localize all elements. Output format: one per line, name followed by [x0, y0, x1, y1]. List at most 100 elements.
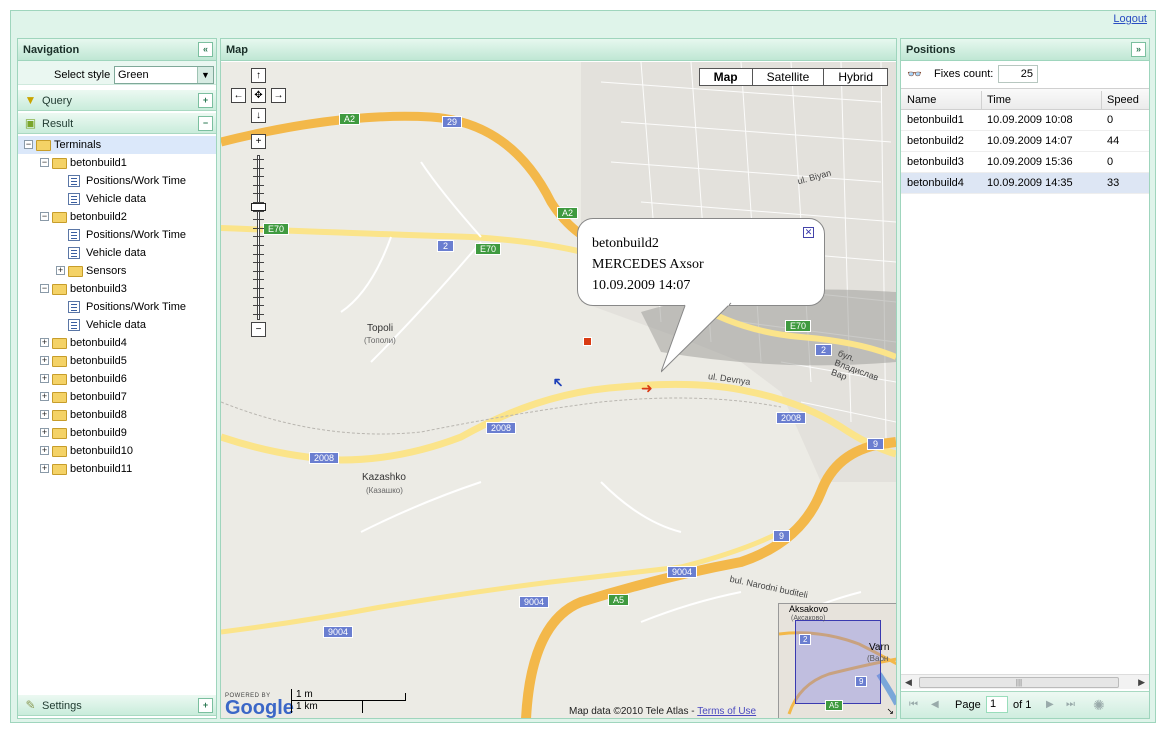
- pan-left-icon[interactable]: ←: [231, 88, 246, 103]
- tree-item[interactable]: Positions/Work Time: [18, 172, 216, 190]
- expand-icon[interactable]: +: [40, 410, 49, 419]
- shield-9: 9: [867, 438, 885, 450]
- horizontal-scrollbar[interactable]: ◀ ||| ▶: [901, 674, 1149, 689]
- map-canvas[interactable]: A2 A2 29 E70 E70 E70 2 2 2008 2008 2008 …: [221, 62, 896, 718]
- tree-item[interactable]: Vehicle data: [18, 316, 216, 334]
- tree-item[interactable]: + betonbuild8: [18, 406, 216, 424]
- collapse-icon[interactable]: −: [24, 140, 33, 149]
- chevron-down-icon[interactable]: ▼: [197, 67, 213, 83]
- result-label: Result: [42, 118, 74, 130]
- tree-item[interactable]: + betonbuild6: [18, 370, 216, 388]
- expand-icon[interactable]: +: [40, 392, 49, 401]
- tree-item[interactable]: − betonbuild3: [18, 280, 216, 298]
- zoom-slider[interactable]: [251, 155, 266, 320]
- overview-map[interactable]: Aksakovo (Аксаково) Varn (Варн 2 9 A5 ↘: [778, 603, 896, 718]
- table-row[interactable]: betonbuild1 10.09.2009 10:08 0: [901, 110, 1149, 131]
- expand-icon[interactable]: +: [40, 446, 49, 455]
- tree-item[interactable]: + Sensors: [18, 262, 216, 280]
- tree-item[interactable]: + betonbuild9: [18, 424, 216, 442]
- collapse-icon[interactable]: −: [40, 284, 49, 293]
- scroll-thumb[interactable]: |||: [919, 677, 1119, 688]
- folder-icon: [52, 446, 67, 457]
- map-type-hybrid[interactable]: Hybrid: [823, 69, 887, 85]
- vehicle-marker-stopped[interactable]: [583, 337, 592, 346]
- expand-icon[interactable]: +: [40, 356, 49, 365]
- map-type-satellite[interactable]: Satellite: [751, 69, 824, 85]
- overview-shield-a5: A5: [825, 700, 843, 711]
- collapse-result-icon[interactable]: −: [198, 116, 213, 131]
- zoom-out-icon[interactable]: −: [251, 322, 266, 337]
- map-type-control: Map Satellite Hybrid: [698, 68, 888, 86]
- zoom-slider-handle[interactable]: [251, 203, 266, 211]
- app-frame: Logout Navigation « Select style Green ▼…: [10, 10, 1156, 723]
- column-speed[interactable]: Speed: [1107, 89, 1139, 111]
- scroll-left-icon[interactable]: ◀: [905, 677, 912, 688]
- refresh-icon[interactable]: ✺: [1093, 697, 1105, 714]
- cell-time: 10.09.2009 15:36: [987, 156, 1073, 168]
- tree-item[interactable]: + betonbuild7: [18, 388, 216, 406]
- tree-item-label: betonbuild3: [70, 283, 127, 295]
- result-section[interactable]: ▣ Result −: [18, 112, 216, 134]
- query-section[interactable]: ▼ Query +: [18, 89, 216, 111]
- tree-item[interactable]: + betonbuild10: [18, 442, 216, 460]
- folder-icon: [52, 338, 67, 349]
- tree-item[interactable]: Positions/Work Time: [18, 226, 216, 244]
- collapse-icon[interactable]: −: [40, 158, 49, 167]
- map-type-map[interactable]: Map: [700, 69, 752, 85]
- next-page-icon[interactable]: ▶: [1046, 699, 1054, 710]
- column-name[interactable]: Name: [907, 89, 936, 111]
- folder-icon: [36, 140, 51, 151]
- logout-link[interactable]: Logout: [1113, 13, 1147, 25]
- zoom-slider-bar: [257, 155, 260, 320]
- tree-item-label: Vehicle data: [86, 247, 146, 259]
- tree-item-label: betonbuild2: [70, 211, 127, 223]
- pan-down-icon[interactable]: ↓: [251, 108, 266, 123]
- tree-item[interactable]: − betonbuild2: [18, 208, 216, 226]
- overview-toggle-icon[interactable]: ↘: [886, 706, 894, 717]
- tree-item[interactable]: Positions/Work Time: [18, 298, 216, 316]
- expand-icon[interactable]: +: [40, 338, 49, 347]
- expand-icon[interactable]: +: [56, 266, 65, 275]
- tree-item[interactable]: Vehicle data: [18, 244, 216, 262]
- vehicle-arrow-red[interactable]: ➜: [641, 380, 653, 397]
- zoom-tick: [253, 245, 264, 246]
- expand-icon[interactable]: +: [40, 374, 49, 383]
- collapse-icon[interactable]: −: [40, 212, 49, 221]
- settings-section[interactable]: ✎ Settings +: [18, 694, 216, 716]
- pan-up-icon[interactable]: ↑: [251, 68, 266, 83]
- close-popup-icon[interactable]: ✕: [803, 227, 814, 238]
- table-row[interactable]: betonbuild4 10.09.2009 14:35 33: [901, 173, 1149, 194]
- expand-icon[interactable]: +: [40, 428, 49, 437]
- collapse-left-icon[interactable]: «: [198, 42, 213, 57]
- tree-item[interactable]: Vehicle data: [18, 190, 216, 208]
- style-select[interactable]: Green ▼: [114, 66, 214, 84]
- expand-icon[interactable]: +: [40, 464, 49, 473]
- scroll-right-icon[interactable]: ▶: [1138, 677, 1145, 688]
- last-page-icon[interactable]: ⏭: [1066, 699, 1075, 710]
- table-row[interactable]: betonbuild2 10.09.2009 14:07 44: [901, 131, 1149, 152]
- fixes-count-input[interactable]: 25: [998, 65, 1038, 83]
- tree-item[interactable]: + betonbuild4: [18, 334, 216, 352]
- google-logo[interactable]: POWERED BY Google: [225, 693, 294, 718]
- page-input[interactable]: 1: [986, 696, 1008, 713]
- tree-item[interactable]: + betonbuild5: [18, 352, 216, 370]
- tree-item-label: betonbuild4: [70, 337, 127, 349]
- pan-right-icon[interactable]: →: [271, 88, 286, 103]
- expand-settings-icon[interactable]: +: [198, 698, 213, 713]
- zoom-tick: [253, 159, 264, 160]
- tree-item[interactable]: + betonbuild11: [18, 460, 216, 478]
- prev-page-icon[interactable]: ◀: [931, 699, 939, 710]
- tree-item[interactable]: − Terminals: [18, 136, 216, 154]
- table-row[interactable]: betonbuild3 10.09.2009 15:36 0: [901, 152, 1149, 173]
- tree-item[interactable]: − betonbuild1: [18, 154, 216, 172]
- page-label: Page: [955, 699, 981, 711]
- first-page-icon[interactable]: ⏮: [909, 699, 918, 710]
- cell-name: betonbuild2: [907, 135, 964, 147]
- zoom-in-icon[interactable]: +: [251, 134, 266, 149]
- terms-link[interactable]: Terms of Use: [697, 706, 756, 717]
- shield-2-b: 2: [815, 344, 833, 356]
- collapse-right-icon[interactable]: »: [1131, 42, 1146, 57]
- pan-center-icon[interactable]: ✥: [251, 88, 266, 103]
- column-time[interactable]: Time: [987, 89, 1011, 111]
- expand-query-icon[interactable]: +: [198, 93, 213, 108]
